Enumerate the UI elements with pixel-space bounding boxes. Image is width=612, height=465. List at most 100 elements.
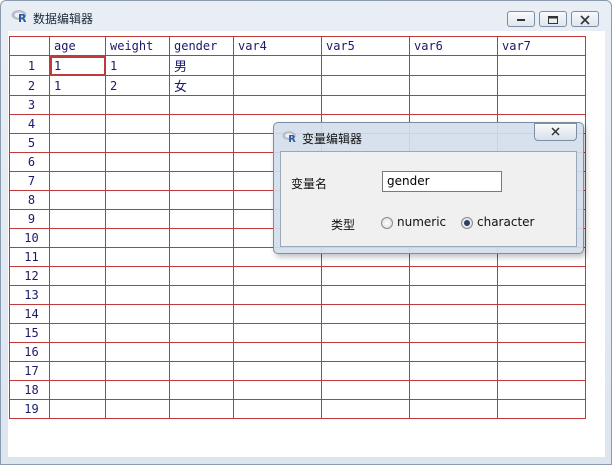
data-cell[interactable] xyxy=(49,323,106,343)
data-cell[interactable] xyxy=(49,190,106,210)
data-cell[interactable] xyxy=(49,380,106,400)
data-cell[interactable] xyxy=(49,114,106,134)
data-cell[interactable]: 男 xyxy=(169,55,234,76)
row-number[interactable]: 14 xyxy=(9,304,50,324)
column-header[interactable]: var7 xyxy=(497,36,586,56)
row-number[interactable]: 8 xyxy=(9,190,50,210)
data-cell[interactable] xyxy=(497,266,586,286)
data-cell[interactable] xyxy=(233,304,322,324)
data-cell[interactable] xyxy=(409,342,498,362)
row-number[interactable]: 11 xyxy=(9,247,50,267)
data-cell[interactable] xyxy=(105,171,170,191)
row-number[interactable]: 7 xyxy=(9,171,50,191)
data-cell[interactable]: 1 xyxy=(49,55,106,76)
data-cell[interactable] xyxy=(49,209,106,229)
numeric-option-label[interactable]: numeric xyxy=(397,215,446,229)
data-cell[interactable] xyxy=(105,247,170,267)
row-number[interactable]: 12 xyxy=(9,266,50,286)
column-header[interactable]: var6 xyxy=(409,36,498,56)
data-cell[interactable] xyxy=(409,266,498,286)
variable-name-input[interactable]: gender xyxy=(382,171,502,192)
data-cell[interactable] xyxy=(169,95,234,115)
data-cell[interactable] xyxy=(105,323,170,343)
data-cell[interactable] xyxy=(169,399,234,419)
data-cell[interactable] xyxy=(497,285,586,305)
data-cell[interactable] xyxy=(497,75,586,96)
row-number[interactable]: 19 xyxy=(9,399,50,419)
data-cell[interactable] xyxy=(321,95,410,115)
data-cell[interactable] xyxy=(409,75,498,96)
data-cell[interactable] xyxy=(497,342,586,362)
data-cell[interactable] xyxy=(169,171,234,191)
column-header[interactable]: age xyxy=(49,36,106,56)
data-cell[interactable] xyxy=(321,304,410,324)
data-cell[interactable] xyxy=(105,361,170,381)
data-cell[interactable] xyxy=(233,361,322,381)
data-cell[interactable] xyxy=(49,247,106,267)
data-cell[interactable] xyxy=(497,95,586,115)
data-cell[interactable] xyxy=(169,209,234,229)
data-cell[interactable] xyxy=(233,95,322,115)
row-number[interactable]: 16 xyxy=(9,342,50,362)
data-cell[interactable] xyxy=(321,266,410,286)
maximize-button[interactable] xyxy=(539,11,567,27)
data-cell[interactable]: 1 xyxy=(49,75,106,96)
data-cell[interactable] xyxy=(49,171,106,191)
data-cell[interactable] xyxy=(233,323,322,343)
data-cell[interactable] xyxy=(233,342,322,362)
data-cell[interactable] xyxy=(497,399,586,419)
data-cell[interactable] xyxy=(49,304,106,324)
row-number[interactable]: 1 xyxy=(9,55,50,76)
column-header[interactable]: weight xyxy=(105,36,170,56)
data-cell[interactable] xyxy=(233,55,322,76)
data-cell[interactable] xyxy=(49,266,106,286)
data-cell[interactable] xyxy=(105,95,170,115)
data-cell[interactable] xyxy=(169,361,234,381)
data-cell[interactable] xyxy=(321,285,410,305)
column-header[interactable]: var5 xyxy=(321,36,410,56)
data-cell[interactable] xyxy=(233,285,322,305)
data-cell[interactable] xyxy=(105,304,170,324)
data-cell[interactable] xyxy=(105,399,170,419)
data-cell[interactable] xyxy=(409,380,498,400)
data-cell[interactable] xyxy=(497,361,586,381)
data-cell[interactable]: 2 xyxy=(105,75,170,96)
data-cell[interactable] xyxy=(321,361,410,381)
data-cell[interactable] xyxy=(169,380,234,400)
data-cell[interactable] xyxy=(169,285,234,305)
character-option-label[interactable]: character xyxy=(477,215,534,229)
data-cell[interactable] xyxy=(321,55,410,76)
data-cell[interactable] xyxy=(105,209,170,229)
row-number[interactable]: 3 xyxy=(9,95,50,115)
data-cell[interactable] xyxy=(169,152,234,172)
data-cell[interactable] xyxy=(49,399,106,419)
data-cell[interactable] xyxy=(409,55,498,76)
numeric-radio[interactable] xyxy=(381,217,393,229)
data-cell[interactable]: 女 xyxy=(169,75,234,96)
data-cell[interactable] xyxy=(409,361,498,381)
data-cell[interactable] xyxy=(497,323,586,343)
data-cell[interactable] xyxy=(321,323,410,343)
data-cell[interactable] xyxy=(233,75,322,96)
corner-cell[interactable] xyxy=(9,36,50,56)
close-button[interactable] xyxy=(571,11,599,27)
data-cell[interactable] xyxy=(105,285,170,305)
character-radio[interactable] xyxy=(461,217,473,229)
data-cell[interactable] xyxy=(169,190,234,210)
data-cell[interactable] xyxy=(105,133,170,153)
data-cell[interactable] xyxy=(169,247,234,267)
data-cell[interactable] xyxy=(321,75,410,96)
data-cell[interactable] xyxy=(49,361,106,381)
data-cell[interactable] xyxy=(105,114,170,134)
row-number[interactable]: 10 xyxy=(9,228,50,248)
title-bar[interactable]: R 数据编辑器 xyxy=(1,1,611,31)
data-cell[interactable] xyxy=(169,114,234,134)
data-cell[interactable] xyxy=(409,323,498,343)
data-cell[interactable] xyxy=(105,380,170,400)
data-cell[interactable] xyxy=(49,342,106,362)
data-cell[interactable]: 1 xyxy=(105,55,170,76)
column-header[interactable]: var4 xyxy=(233,36,322,56)
data-cell[interactable] xyxy=(105,228,170,248)
data-cell[interactable] xyxy=(169,228,234,248)
data-cell[interactable] xyxy=(105,266,170,286)
